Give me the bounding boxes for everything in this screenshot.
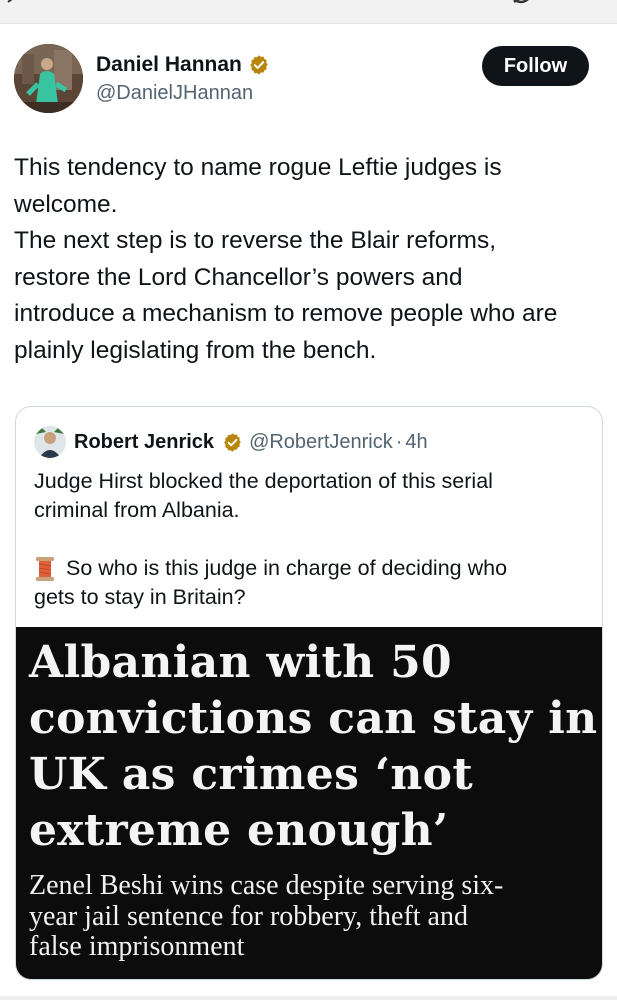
quoted-line: gets to stay in Britain? bbox=[34, 585, 246, 609]
back-arrow-icon[interactable] bbox=[4, 0, 18, 6]
quoted-avatar[interactable] bbox=[34, 426, 66, 458]
tweet-line: introduce a mechanism to remove people w… bbox=[14, 300, 558, 327]
article-image[interactable]: Albanian with 50 convictions can stay in… bbox=[16, 627, 602, 979]
tweet-line: plainly legislating from the bench. bbox=[14, 336, 377, 364]
subhead-line: Zenel Beshi wins case despite serving si… bbox=[29, 870, 504, 901]
tweet-line: This tendency to name rogue Leftie judge… bbox=[14, 154, 502, 181]
verified-badge-icon bbox=[248, 54, 270, 76]
author-name[interactable]: Daniel Hannan bbox=[96, 53, 242, 77]
article-subheadline: Zenel Beshi wins case despite serving si… bbox=[29, 870, 602, 963]
follow-button[interactable]: Follow bbox=[482, 46, 589, 86]
divider bbox=[0, 996, 617, 1000]
quoted-line: criminal from Albania. bbox=[34, 498, 240, 522]
quoted-tweet-card[interactable]: Robert Jenrick @RobertJenrick · 4h Judge… bbox=[15, 406, 603, 980]
tweet-line: The next step is to reverse the Blair re… bbox=[14, 227, 497, 254]
top-bar bbox=[0, 0, 617, 24]
tweet-line: welcome. bbox=[14, 190, 118, 218]
subhead-line: year jail sentence for robbery, theft an… bbox=[29, 900, 468, 932]
tweet-text: This tendency to name rogue Leftie judge… bbox=[14, 150, 609, 369]
article-headline: Albanian with 50 convictions can stay in… bbox=[29, 635, 599, 859]
avatar[interactable] bbox=[14, 44, 83, 113]
headline-line: extreme enough’ bbox=[29, 805, 449, 856]
headline-line: convictions can stay in bbox=[29, 693, 598, 744]
quoted-tweet-header: Robert Jenrick @RobertJenrick · 4h bbox=[34, 426, 428, 458]
headline-line: Albanian with 50 bbox=[29, 637, 452, 688]
author-handle[interactable]: @DanielJHannan bbox=[96, 82, 253, 105]
quoted-author-handle[interactable]: @RobertJenrick bbox=[249, 431, 393, 454]
quoted-line-with-emoji: So who is this judge in charge of decidi… bbox=[34, 554, 594, 583]
quoted-author-name[interactable]: Robert Jenrick bbox=[74, 431, 214, 454]
thread-spool-icon bbox=[34, 556, 56, 582]
tweet-author: Daniel Hannan @DanielJHannan Follow bbox=[14, 44, 604, 116]
quoted-tweet-text: Judge Hirst blocked the deportation of t… bbox=[34, 467, 594, 612]
separator-dot: · bbox=[395, 430, 403, 453]
verified-badge-icon bbox=[214, 432, 249, 453]
grok-icon[interactable] bbox=[504, 0, 538, 8]
subhead-line: false imprisonment bbox=[29, 931, 245, 962]
quoted-line: So who is this judge in charge of decidi… bbox=[66, 556, 508, 580]
quoted-line: Judge Hirst blocked the deportation of t… bbox=[34, 469, 493, 493]
headline-line: UK as crimes ‘not bbox=[29, 749, 473, 800]
quoted-timestamp[interactable]: 4h bbox=[405, 431, 427, 454]
tweet-line: restore the Lord Chancellor’s powers and bbox=[14, 263, 463, 291]
